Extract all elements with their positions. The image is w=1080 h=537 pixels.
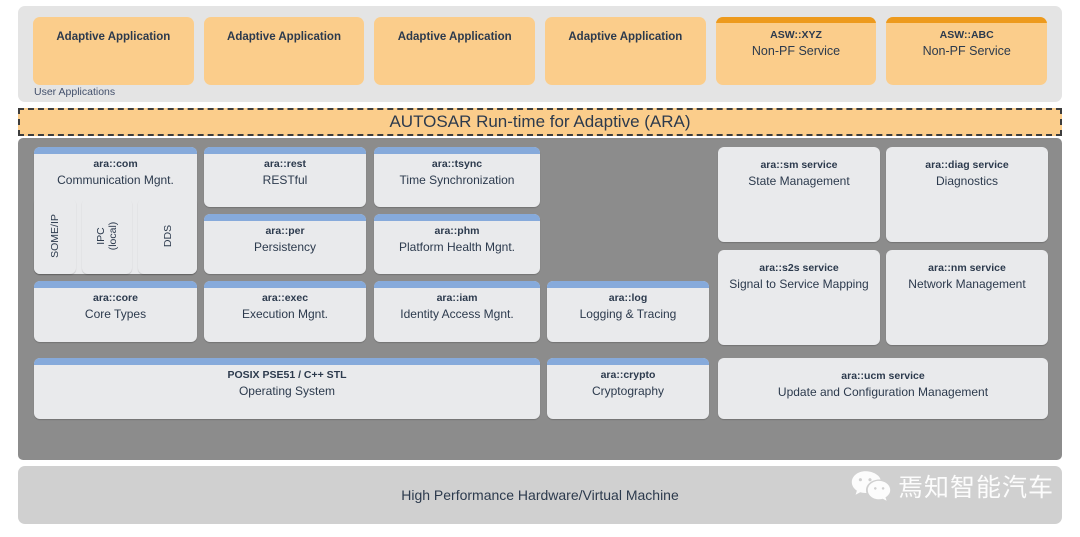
module-ara-per-title: ara::per <box>265 225 305 237</box>
module-ara-tsync-subtitle: Time Synchronization <box>399 172 515 187</box>
asw-abc-box: ASW::ABC Non-PF Service <box>886 17 1048 85</box>
autosar-adaptive-platform-diagram: Adaptive Application Adaptive Applicatio… <box>0 0 1080 537</box>
service-ara-diag-subtitle: Diagnostics <box>935 173 999 188</box>
adaptive-application-box-4: Adaptive Application <box>545 17 706 85</box>
service-ara-s2s: ara::s2s service Signal to Service Mappi… <box>718 250 880 345</box>
service-ara-sm-title: ara::sm service <box>760 159 838 171</box>
service-ara-nm-subtitle: Network Management <box>908 276 1026 291</box>
module-ara-log: ara::log Logging & Tracing <box>547 281 709 342</box>
service-ara-diag: ara::diag service Diagnostics <box>886 147 1048 242</box>
binding-someip-label: SOME/IP <box>48 214 61 258</box>
asw-xyz-title: ASW::XYZ <box>770 29 822 41</box>
module-ara-per: ara::per Persistency <box>204 214 366 274</box>
asw-xyz-subtitle: Non-PF Service <box>751 44 841 59</box>
module-ara-core-subtitle: Core Types <box>84 306 147 321</box>
module-ara-log-title: ara::log <box>608 292 648 304</box>
adaptive-application-label-3: Adaptive Application <box>397 31 512 43</box>
user-applications-row: Adaptive Application Adaptive Applicatio… <box>33 17 1048 85</box>
adaptive-application-label-4: Adaptive Application <box>568 31 683 43</box>
binding-dds: DDS <box>138 198 197 274</box>
module-ara-per-subtitle: Persistency <box>253 239 317 254</box>
module-ara-tsync-title: ara::tsync <box>431 158 483 170</box>
binding-dds-label: DDS <box>161 224 174 248</box>
module-ara-crypto-subtitle: Cryptography <box>591 383 665 398</box>
wechat-icon <box>851 470 891 504</box>
adaptive-platform-container: ara::com Communication Mgnt. SOME/IP IPC… <box>18 138 1062 460</box>
module-ara-phm-title: ara::phm <box>434 225 480 237</box>
adaptive-application-box-3: Adaptive Application <box>374 17 536 85</box>
module-ara-exec: ara::exec Execution Mgnt. <box>204 281 366 342</box>
module-ara-crypto-title: ara::crypto <box>600 369 656 381</box>
binding-ipc-label: IPC (local) <box>94 221 119 251</box>
module-ara-rest: ara::rest RESTful <box>204 147 366 207</box>
service-ara-nm-title: ara::nm service <box>928 262 1006 274</box>
service-ara-sm: ara::sm service State Management <box>718 147 880 242</box>
asw-abc-title: ASW::ABC <box>939 29 994 41</box>
module-ara-tsync: ara::tsync Time Synchronization <box>374 147 540 207</box>
service-ara-s2s-subtitle: Signal to Service Mapping <box>729 276 869 291</box>
ara-runtime-banner: AUTOSAR Run-time for Adaptive (ARA) <box>18 108 1062 136</box>
module-ara-com-title: ara::com <box>93 158 138 170</box>
module-posix-os-subtitle: Operating System <box>238 383 336 398</box>
module-ara-com-subtitle: Communication Mgnt. <box>57 172 174 187</box>
asw-xyz-box: ASW::XYZ Non-PF Service <box>715 17 877 85</box>
user-applications-caption: User Applications <box>34 86 116 98</box>
module-ara-iam-subtitle: Identity Access Mgnt. <box>400 306 514 321</box>
service-ara-ucm-title: ara::ucm service <box>841 370 925 382</box>
ara-runtime-label: AUTOSAR Run-time for Adaptive (ARA) <box>389 112 691 131</box>
module-ara-iam-title: ara::iam <box>436 292 478 304</box>
service-ara-ucm-subtitle: Update and Configuration Management <box>777 384 989 399</box>
adaptive-application-label-1: Adaptive Application <box>56 31 171 43</box>
module-posix-os-title: POSIX PSE51 / C++ STL <box>227 369 347 381</box>
module-ara-crypto: ara::crypto Cryptography <box>547 358 709 419</box>
module-ara-phm: ara::phm Platform Health Mgnt. <box>374 214 540 274</box>
module-ara-phm-subtitle: Platform Health Mgnt. <box>398 239 516 254</box>
hardware-label: High Performance Hardware/Virtual Machin… <box>401 487 679 503</box>
adaptive-application-box-2: Adaptive Application <box>203 17 365 85</box>
binding-ipc: IPC (local) <box>82 198 132 274</box>
adaptive-application-label-2: Adaptive Application <box>227 31 341 43</box>
asw-abc-subtitle: Non-PF Service <box>922 44 1011 59</box>
module-posix-os: POSIX PSE51 / C++ STL Operating System <box>34 358 540 419</box>
service-ara-s2s-title: ara::s2s service <box>759 262 839 274</box>
watermark-text: 焉知智能汽车 <box>897 472 1054 502</box>
user-applications-band: Adaptive Application Adaptive Applicatio… <box>18 6 1062 102</box>
module-ara-core-title: ara::core <box>93 292 138 304</box>
watermark: 焉知智能汽车 <box>851 470 1054 504</box>
adaptive-application-box-1: Adaptive Application <box>33 17 194 85</box>
module-ara-iam: ara::iam Identity Access Mgnt. <box>374 281 540 342</box>
service-ara-diag-title: ara::diag service <box>925 159 1009 171</box>
service-ara-sm-subtitle: State Management <box>748 173 850 188</box>
module-ara-exec-title: ara::exec <box>261 292 309 304</box>
module-ara-log-subtitle: Logging & Tracing <box>579 306 677 321</box>
binding-someip: SOME/IP <box>34 198 76 274</box>
module-ara-rest-subtitle: RESTful <box>262 172 308 187</box>
module-ara-core: ara::core Core Types <box>34 281 197 342</box>
service-ara-ucm: ara::ucm service Update and Configuratio… <box>718 358 1048 419</box>
module-ara-exec-subtitle: Execution Mgnt. <box>241 306 329 321</box>
module-ara-rest-title: ara::rest <box>263 158 307 170</box>
service-ara-nm: ara::nm service Network Management <box>886 250 1048 345</box>
